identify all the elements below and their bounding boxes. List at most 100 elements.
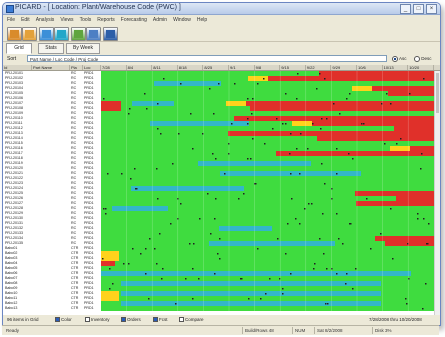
column-header[interactable]: 10/13 <box>383 65 409 70</box>
column-header[interactable]: 8/4 <box>127 65 153 70</box>
column-header[interactable]: 9/8 <box>255 65 281 70</box>
cell-shortage <box>246 101 434 106</box>
menu-tools[interactable]: Tools <box>80 17 92 23</box>
cell-planned <box>219 226 272 231</box>
toolbar-button-chart[interactable] <box>39 27 54 41</box>
column-header[interactable]: 9/29 <box>331 65 357 70</box>
cell-surplus <box>101 216 434 221</box>
minimize-button[interactable]: _ <box>400 4 411 14</box>
order-marker <box>157 198 159 200</box>
option-orders[interactable]: Orders <box>121 317 141 323</box>
order-marker <box>145 248 147 250</box>
tab-grid[interactable]: Grid <box>6 43 32 54</box>
order-marker <box>307 148 309 150</box>
tab-stats[interactable]: Stats <box>38 43 64 54</box>
sort-descending-option[interactable]: Desc <box>414 56 432 62</box>
order-marker <box>285 123 287 125</box>
order-marker <box>214 218 216 220</box>
title-bar[interactable]: PICARD - [ Location: Plant/Warehouse Cod… <box>3 3 440 15</box>
checkbox-orders[interactable] <box>121 317 126 323</box>
checkbox-inventory[interactable] <box>85 317 90 323</box>
column-header[interactable]: 10/6 <box>357 65 383 70</box>
order-marker <box>291 198 293 200</box>
vertical-scrollbar[interactable] <box>434 71 440 315</box>
toolbar-button-open[interactable] <box>7 27 22 41</box>
menu-window[interactable]: Window <box>173 17 191 23</box>
column-header[interactable]: Part Name <box>32 65 70 70</box>
menu-help[interactable]: Help <box>197 17 207 23</box>
cell-surplus <box>101 251 434 256</box>
order-marker <box>285 93 287 95</box>
menu-forecasting[interactable]: Forecasting <box>121 17 147 23</box>
order-marker <box>290 273 292 275</box>
cell-planned <box>121 281 381 286</box>
sort-field[interactable]: Part Name / Loc Code / Proj Code <box>27 55 387 62</box>
cell-near-shortage <box>248 76 268 81</box>
sort-label: Sort <box>7 56 17 62</box>
menu-reports[interactable]: Reports <box>97 17 115 23</box>
option-inventory[interactable]: Inventory <box>85 317 110 323</box>
toolbar-button-monitor[interactable] <box>103 27 118 41</box>
order-marker <box>207 193 209 195</box>
order-marker <box>130 178 132 180</box>
order-marker <box>361 123 363 125</box>
order-marker <box>323 253 325 255</box>
close-button[interactable]: × <box>426 4 437 14</box>
order-marker <box>346 273 348 275</box>
radio-descending[interactable] <box>414 56 420 62</box>
order-marker <box>295 218 297 220</box>
order-marker <box>263 78 265 80</box>
toolbar-button-database[interactable] <box>22 27 37 41</box>
cell-near-shortage <box>101 291 119 296</box>
checkbox-compare[interactable] <box>179 317 184 323</box>
column-header[interactable]: 10/20 <box>408 65 434 70</box>
menu-admin[interactable]: Admin <box>153 17 167 23</box>
order-marker <box>282 293 284 295</box>
order-marker <box>423 78 425 80</box>
column-header[interactable]: Loc <box>83 65 101 70</box>
menu-views[interactable]: Views <box>60 17 73 23</box>
column-header[interactable]: 9/22 <box>306 65 332 70</box>
column-header[interactable]: Id <box>3 65 32 70</box>
column-header[interactable]: 8/18 <box>178 65 204 70</box>
menu-edit[interactable]: Edit <box>21 17 30 23</box>
option-fcst[interactable]: Fcst <box>153 317 168 323</box>
column-header[interactable]: 9/1 <box>229 65 255 70</box>
view-tabs: Grid Stats By Week <box>3 42 440 54</box>
radio-ascending[interactable] <box>392 56 398 62</box>
heatmap-canvas[interactable] <box>101 71 434 315</box>
option-compare[interactable]: Compare <box>179 317 204 323</box>
supply-demand-grid[interactable]: Id Part Name Pla Loc 7/28 8/4 8/11 8/18 8/25 9/1 9… <box>3 65 440 315</box>
menu-file[interactable]: File <box>7 17 15 23</box>
column-header[interactable]: 8/25 <box>203 65 229 70</box>
toolbar-button-table[interactable] <box>86 27 101 41</box>
checkbox-color[interactable] <box>55 317 60 323</box>
column-header[interactable]: 7/28 <box>101 65 127 70</box>
scrollbar-thumb[interactable] <box>436 73 439 113</box>
column-header[interactable]: 8/11 <box>152 65 178 70</box>
order-marker <box>336 273 338 275</box>
menu-analysis[interactable]: Analysis <box>36 17 55 23</box>
toolbar-button-refresh[interactable] <box>54 27 69 41</box>
cell-surplus <box>101 256 434 261</box>
order-marker <box>296 98 298 100</box>
cell-surplus <box>101 221 434 226</box>
column-header[interactable]: 9/15 <box>280 65 306 70</box>
cell-shortage <box>101 106 121 111</box>
cell-shortage <box>375 236 434 241</box>
option-color[interactable]: Color <box>55 317 72 323</box>
column-header[interactable]: Pla <box>70 65 83 70</box>
order-marker <box>255 183 257 185</box>
cell-planned <box>209 241 335 246</box>
checkbox-fcst[interactable] <box>153 317 158 323</box>
toolbar <box>3 25 440 42</box>
order-marker <box>157 103 159 105</box>
tab-by-week[interactable]: By Week <box>66 43 100 54</box>
table-row[interactable]: Babo13 CTR PRD1 <box>3 306 103 311</box>
sort-ascending-option[interactable]: Asc <box>392 56 407 62</box>
order-marker <box>129 108 131 110</box>
order-marker <box>322 213 324 215</box>
order-marker <box>209 88 211 90</box>
toolbar-button-grid[interactable] <box>71 27 86 41</box>
maximize-button[interactable]: □ <box>413 4 424 14</box>
